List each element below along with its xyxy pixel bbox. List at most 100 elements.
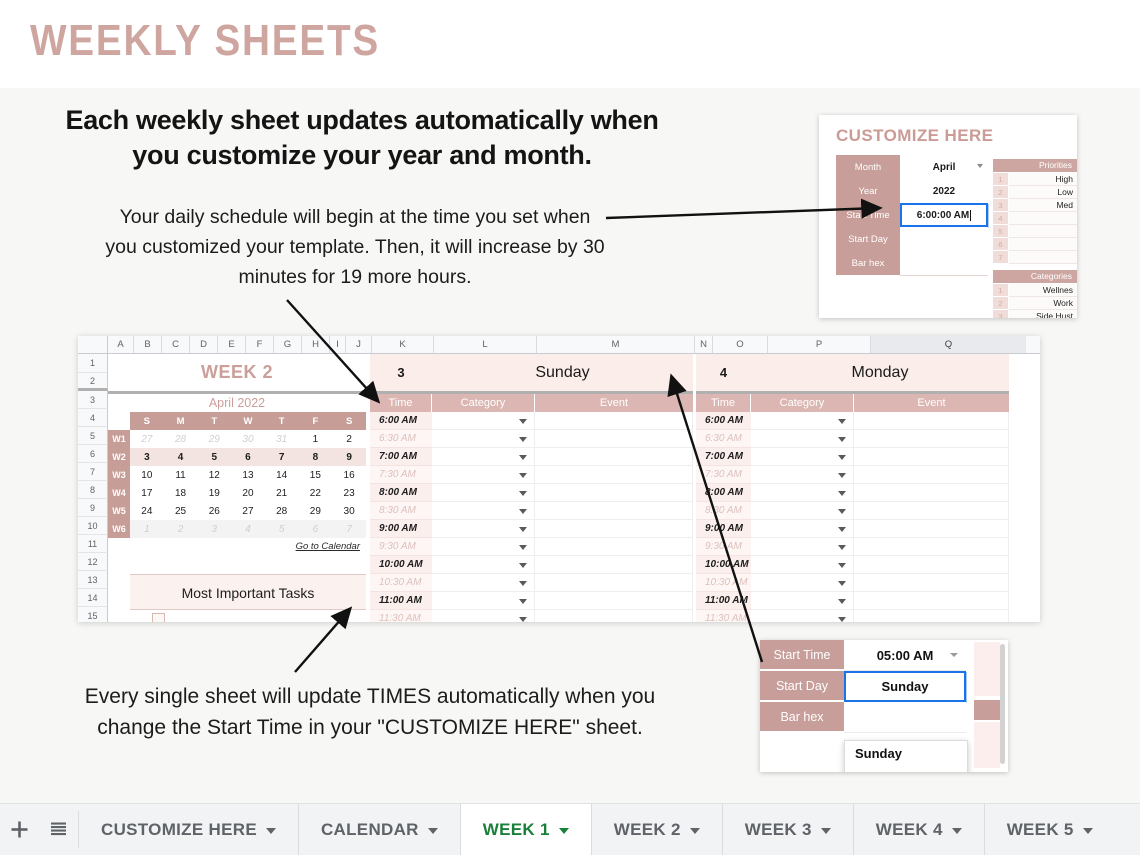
event-cell[interactable] [854, 412, 1009, 430]
column-header-i[interactable]: I [330, 336, 346, 353]
calendar-day[interactable]: 2 [332, 430, 366, 448]
chevron-down-icon[interactable] [519, 455, 527, 460]
category-cell[interactable] [432, 484, 535, 502]
priorities-row-value[interactable] [1009, 251, 1077, 264]
calendar-day[interactable]: 15 [299, 466, 333, 484]
chevron-down-icon[interactable] [838, 437, 846, 442]
column-header-l[interactable]: L [434, 336, 537, 353]
chevron-down-icon[interactable] [838, 581, 846, 586]
column-header-c[interactable]: C [162, 336, 190, 353]
chevron-down-icon[interactable] [820, 828, 831, 834]
sheet-tab-week-3[interactable]: WEEK 3 [723, 804, 854, 855]
chevron-down-icon[interactable] [838, 491, 846, 496]
category-cell[interactable] [432, 592, 535, 610]
category-cell[interactable] [432, 466, 535, 484]
all-sheets-button[interactable] [39, 804, 78, 855]
panel-scrollbar[interactable] [1000, 644, 1005, 764]
chevron-down-icon[interactable] [838, 617, 846, 622]
sheet-tab-week-5[interactable]: WEEK 5 [985, 804, 1115, 855]
chevron-down-icon[interactable] [519, 563, 527, 568]
event-cell[interactable] [854, 448, 1009, 466]
priorities-row-value[interactable] [1009, 238, 1077, 251]
calendar-day[interactable]: 7 [264, 448, 299, 466]
calendar-day[interactable]: 3 [197, 520, 232, 538]
chevron-down-icon[interactable] [519, 617, 527, 622]
category-cell[interactable] [751, 448, 854, 466]
category-cell[interactable] [432, 610, 535, 622]
calendar-day[interactable]: 20 [231, 484, 265, 502]
row-header-2[interactable]: 2 [78, 373, 108, 391]
calendar-day[interactable]: 13 [231, 466, 265, 484]
chevron-down-icon[interactable] [519, 419, 527, 424]
priorities-row-value[interactable]: Low [1009, 186, 1077, 199]
calendar-day[interactable]: 19 [197, 484, 231, 502]
chevron-down-icon[interactable] [519, 599, 527, 604]
calendar-day[interactable]: 31 [265, 430, 299, 448]
chevron-down-icon[interactable] [519, 473, 527, 478]
corner-cell[interactable] [78, 336, 108, 353]
chevron-down-icon[interactable] [977, 164, 983, 168]
customize-row-start-day[interactable]: Start Day [836, 227, 988, 252]
calendar-day[interactable]: 1 [299, 430, 333, 448]
sheet-tab-calendar[interactable]: CALENDAR [299, 804, 461, 855]
calendar-day[interactable]: 5 [264, 520, 299, 538]
priorities-row-value[interactable]: Med [1009, 199, 1077, 212]
calendar-day[interactable]: 18 [164, 484, 198, 502]
add-sheet-button[interactable] [0, 804, 39, 855]
event-cell[interactable] [854, 592, 1009, 610]
customize-value-start-day[interactable] [900, 227, 988, 252]
category-cell[interactable] [432, 412, 535, 430]
calendar-day[interactable]: 11 [164, 466, 198, 484]
chevron-down-icon[interactable] [838, 455, 846, 460]
category-cell[interactable] [751, 556, 854, 574]
row-header-13[interactable]: 13 [78, 571, 108, 589]
row-header-8[interactable]: 8 [78, 481, 108, 499]
chevron-down-icon[interactable] [838, 527, 846, 532]
event-cell[interactable] [535, 484, 693, 502]
row-header-5[interactable]: 5 [78, 427, 108, 445]
category-cell[interactable] [751, 520, 854, 538]
calendar-day[interactable]: 30 [231, 430, 265, 448]
column-header-p[interactable]: P [768, 336, 871, 353]
calendar-day[interactable]: 3 [130, 448, 164, 466]
calendar-day[interactable]: 28 [164, 430, 198, 448]
event-cell[interactable] [854, 466, 1009, 484]
chevron-down-icon[interactable] [838, 473, 846, 478]
chevron-down-icon[interactable] [838, 599, 846, 604]
calendar-day[interactable]: 7 [332, 520, 366, 538]
calendar-day[interactable]: 30 [332, 502, 366, 520]
category-cell[interactable] [751, 610, 854, 622]
calendar-day[interactable]: 26 [197, 502, 231, 520]
event-cell[interactable] [854, 556, 1009, 574]
calendar-day[interactable]: 8 [298, 448, 333, 466]
row-header-14[interactable]: 14 [78, 589, 108, 607]
event-cell[interactable] [854, 430, 1009, 448]
start-day-dropdown-list[interactable]: Sunday Monday [844, 740, 968, 772]
event-cell[interactable] [535, 556, 693, 574]
column-header-h[interactable]: H [302, 336, 330, 353]
column-header-a[interactable]: A [108, 336, 134, 353]
row-header-3[interactable]: 3 [78, 391, 108, 409]
event-cell[interactable] [535, 466, 693, 484]
category-cell[interactable] [432, 556, 535, 574]
event-cell[interactable] [854, 502, 1009, 520]
column-header-k[interactable]: K [372, 336, 434, 353]
chevron-down-icon[interactable] [838, 419, 846, 424]
chevron-down-icon[interactable] [427, 828, 438, 834]
chevron-down-icon[interactable] [950, 653, 958, 657]
chevron-down-icon[interactable] [519, 545, 527, 550]
chevron-down-icon[interactable] [838, 545, 846, 550]
column-header-n[interactable]: N [695, 336, 713, 353]
chevron-down-icon[interactable] [838, 509, 846, 514]
chevron-down-icon[interactable] [519, 491, 527, 496]
start-day-option-monday[interactable]: Monday [845, 767, 967, 772]
customize-row-month[interactable]: Month April [836, 155, 988, 180]
calendar-day[interactable]: 22 [299, 484, 333, 502]
calendar-day[interactable]: 12 [197, 466, 231, 484]
chevron-down-icon[interactable] [951, 828, 962, 834]
calendar-day[interactable]: 5 [197, 448, 232, 466]
column-header-f[interactable]: F [246, 336, 274, 353]
sheet-tab-week-2[interactable]: WEEK 2 [592, 804, 723, 855]
event-cell[interactable] [535, 538, 693, 556]
column-header-o[interactable]: O [713, 336, 768, 353]
